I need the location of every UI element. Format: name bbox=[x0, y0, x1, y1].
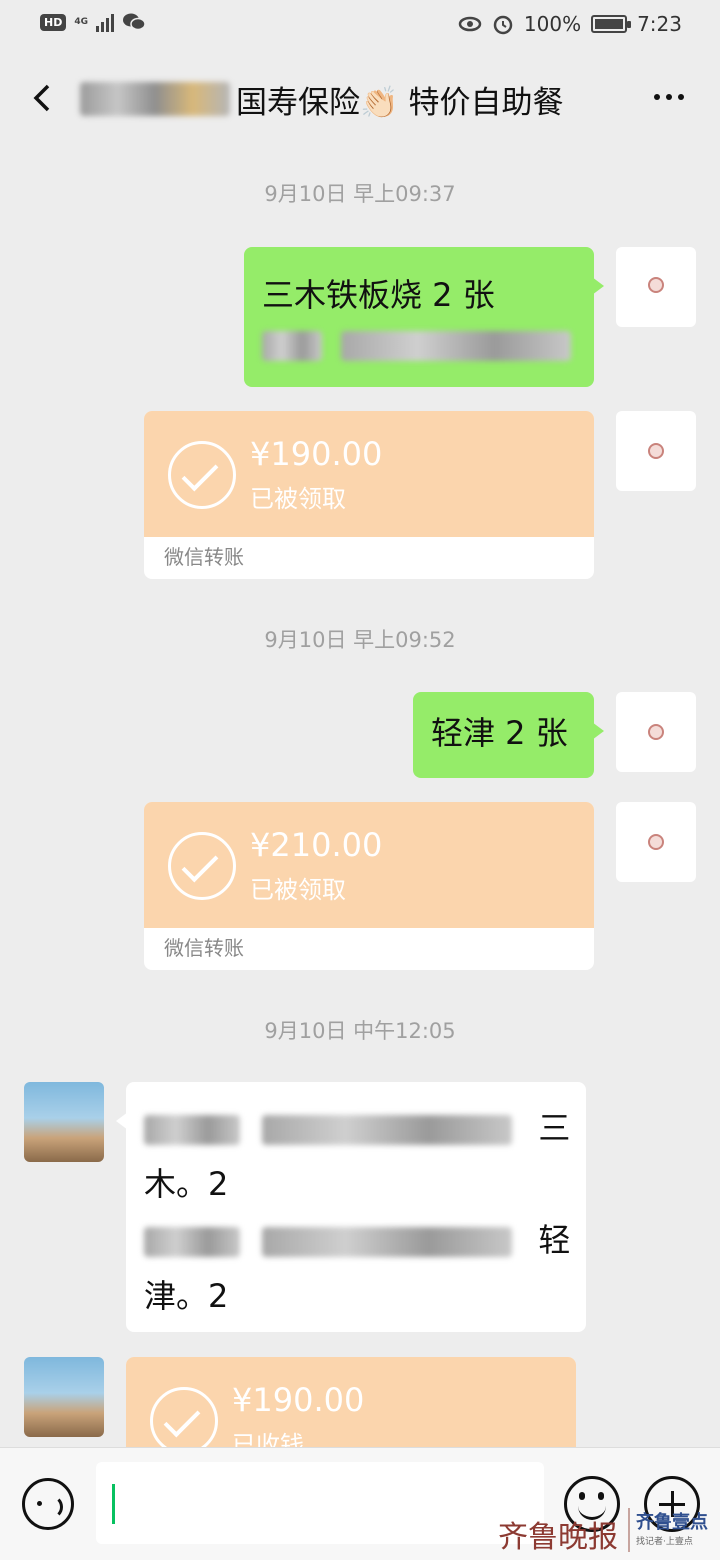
avatar-logo-icon bbox=[648, 834, 664, 850]
transfer-status: 已被领取 bbox=[250, 876, 346, 904]
redacted-name bbox=[80, 82, 230, 116]
transfer-card[interactable]: ¥190.00 已被领取 微信转账 bbox=[144, 411, 594, 579]
watermark-brand-block: 齐鲁壹点 找记者·上壹点 bbox=[628, 1508, 712, 1552]
battery-icon bbox=[591, 15, 632, 33]
message-text: 三木铁板烧 2 张 bbox=[262, 276, 495, 314]
chat-title-wrap: 国寿保险👏🏻 特价自助餐 bbox=[80, 76, 563, 122]
check-circle-icon bbox=[168, 441, 236, 509]
transfer-status: 已被领取 bbox=[250, 485, 346, 513]
network-type-label: 4G bbox=[74, 16, 88, 27]
transfer-footer: 微信转账 bbox=[164, 936, 244, 960]
clock: 7:23 bbox=[637, 12, 682, 36]
signal-icon bbox=[96, 12, 114, 32]
voice-input-icon[interactable] bbox=[22, 1478, 74, 1530]
redacted-phone bbox=[262, 331, 576, 361]
battery-percent: 100% bbox=[523, 12, 582, 36]
watermark-name: 齐鲁晚报 bbox=[498, 1520, 618, 1555]
my-avatar[interactable] bbox=[616, 692, 696, 772]
transfer-amount: ¥190.00 bbox=[232, 1381, 365, 1419]
my-avatar[interactable] bbox=[616, 802, 696, 882]
timestamp: 9月10日 早上09:52 bbox=[264, 628, 456, 652]
back-arrow-icon[interactable] bbox=[24, 78, 64, 118]
my-avatar[interactable] bbox=[616, 411, 696, 491]
avatar-logo-icon bbox=[648, 277, 664, 293]
received-message-bubble[interactable]: 三 木。2 轻 津。2 bbox=[116, 1082, 586, 1332]
transfer-status: 已收钱 bbox=[232, 1431, 304, 1447]
contact-avatar[interactable] bbox=[24, 1082, 104, 1162]
message-line: 三 bbox=[144, 1100, 570, 1156]
transfer-footer: 微信转账 bbox=[164, 545, 244, 569]
hd-icon: HD bbox=[40, 13, 67, 31]
message-line: 津。2 bbox=[144, 1277, 229, 1315]
chat-title: 国寿保险👏🏻 特价自助餐 bbox=[236, 84, 564, 121]
check-circle-icon bbox=[168, 832, 236, 900]
message-text: 轻津 2 张 bbox=[431, 714, 568, 752]
sent-message-bubble[interactable]: 轻津 2 张 bbox=[413, 692, 604, 778]
avatar-logo-icon bbox=[648, 443, 664, 459]
status-bar-left: HD 4G bbox=[40, 12, 146, 32]
transfer-amount: ¥210.00 bbox=[250, 826, 383, 864]
check-circle-icon bbox=[150, 1387, 218, 1447]
sent-message-bubble[interactable]: 三木铁板烧 2 张 bbox=[244, 247, 604, 387]
status-bar-right: 100% 7:23 bbox=[458, 12, 682, 36]
transfer-card[interactable]: ¥210.00 已被领取 微信转账 bbox=[144, 802, 594, 970]
alarm-icon bbox=[493, 15, 513, 35]
watermark-tagline: 找记者·上壹点 bbox=[636, 1537, 693, 1547]
message-input[interactable] bbox=[96, 1462, 544, 1544]
eye-comfort-icon bbox=[458, 16, 482, 32]
contact-avatar[interactable] bbox=[24, 1357, 104, 1437]
status-bar: HD 4G 100% 7:23 bbox=[0, 0, 720, 50]
timestamp: 9月10日 早上09:37 bbox=[264, 182, 456, 206]
watermark-brand: 齐鲁壹点 bbox=[636, 1512, 708, 1533]
more-options-icon[interactable] bbox=[654, 94, 684, 100]
my-avatar[interactable] bbox=[616, 247, 696, 327]
timestamp: 9月10日 中午12:05 bbox=[264, 1019, 456, 1043]
transfer-card[interactable]: ¥190.00 已收钱 bbox=[126, 1357, 576, 1447]
transfer-card-body: ¥190.00 已被领取 bbox=[144, 411, 594, 537]
avatar-logo-icon bbox=[648, 724, 664, 740]
wechat-icon bbox=[123, 13, 146, 31]
transfer-amount: ¥190.00 bbox=[250, 435, 383, 473]
text-caret bbox=[112, 1484, 115, 1524]
transfer-card-body: ¥190.00 已收钱 bbox=[126, 1357, 576, 1447]
chat-header: 国寿保险👏🏻 特价自助餐 bbox=[0, 50, 720, 150]
message-line: 木。2 bbox=[144, 1165, 229, 1203]
message-line: 轻 bbox=[144, 1212, 570, 1268]
transfer-card-body: ¥210.00 已被领取 bbox=[144, 802, 594, 928]
